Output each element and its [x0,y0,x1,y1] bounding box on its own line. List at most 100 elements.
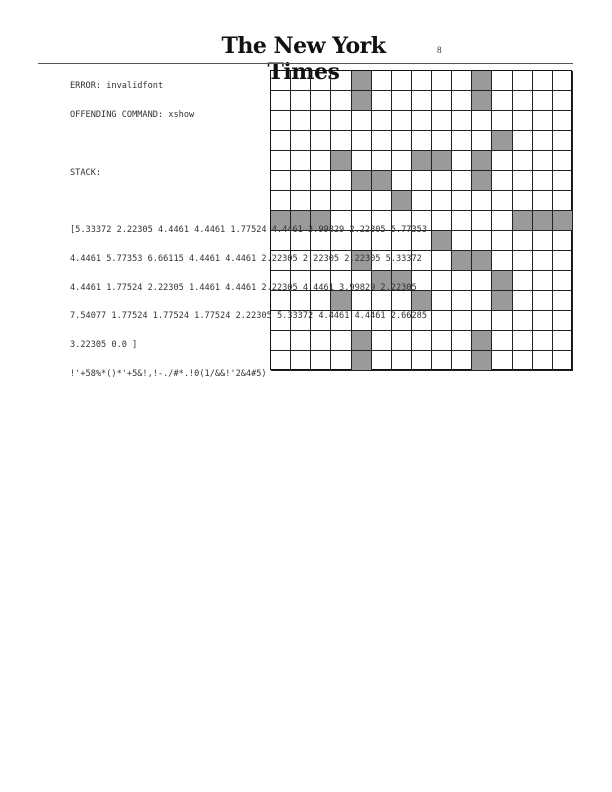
crossword-cell [532,231,553,251]
crossword-cell [492,111,513,131]
crossword-cell [432,171,453,191]
crossword-cell [452,71,473,91]
crossword-cell [492,71,513,91]
crossword-cell [492,211,513,231]
crossword-cell [432,291,453,311]
crossword-cell [532,171,553,191]
crossword-cell [552,191,573,211]
crossword-black-cell [472,251,493,271]
crossword-cell [552,151,573,171]
crossword-cell [452,311,473,331]
crossword-black-cell [452,251,473,271]
error-line: 3.22305 0.0 ] [70,340,138,351]
crossword-cell [512,231,533,251]
error-line: [5.33372 2.22305 4.4461 4.4461 1.77524 4… [70,225,427,236]
crossword-cell [452,291,473,311]
crossword-cell [472,131,493,151]
error-line: 4.4461 5.77353 6.66115 4.4461 4.4461 2.2… [70,253,422,264]
crossword-cell [432,131,453,151]
crossword-cell [532,351,553,371]
crossword-cell [532,311,553,331]
crossword-cell [512,271,533,291]
crossword-cell [532,331,553,351]
crossword-cell [452,151,473,171]
crossword-black-cell [472,331,493,351]
crossword-black-cell [492,291,513,311]
error-line: 4.4461 1.77524 2.22305 1.4461 4.4461 2.2… [70,282,417,293]
crossword-cell [432,351,453,371]
error-line [70,197,427,207]
crossword-cell [452,171,473,191]
error-line: 7.54077 1.77524 1.77524 1.77524 2.22305 … [70,311,427,322]
crossword-black-cell [432,151,453,171]
crossword-cell [512,251,533,271]
crossword-cell [552,171,573,191]
crossword-cell [512,71,533,91]
crossword-cell [512,311,533,331]
crossword-cell [492,191,513,211]
crossword-cell [512,151,533,171]
error-line: !'+58%*()*'+5&!,!-./#*.!0(1/&&!'2&4#5) [70,369,267,379]
crossword-cell [512,91,533,111]
crossword-cell [492,171,513,191]
crossword-black-cell [472,151,493,171]
crossword-cell [512,291,533,311]
crossword-cell [432,191,453,211]
crossword-cell [432,111,453,131]
crossword-cell [552,251,573,271]
crossword-black-cell [472,351,493,371]
crossword-cell [512,131,533,151]
crossword-cell [552,91,573,111]
crossword-cell [552,331,573,351]
crossword-cell [512,111,533,131]
crossword-black-cell [532,211,553,231]
crossword-cell [472,231,493,251]
crossword-cell [452,111,473,131]
crossword-cell [432,211,453,231]
crossword-cell [492,151,513,171]
crossword-cell [492,311,513,331]
error-line: OFFENDING COMMAND: xshow [70,109,195,120]
crossword-cell [552,271,573,291]
crossword-cell [472,191,493,211]
crossword-black-cell [472,171,493,191]
crossword-cell [492,251,513,271]
crossword-cell [552,311,573,331]
crossword-cell [552,291,573,311]
crossword-cell [532,71,553,91]
crossword-cell [472,291,493,311]
crossword-cell [552,111,573,131]
crossword-cell [492,351,513,371]
crossword-black-cell [432,231,453,251]
crossword-cell [452,211,473,231]
crossword-cell [472,111,493,131]
crossword-cell [552,231,573,251]
crossword-black-cell [512,211,533,231]
crossword-black-cell [552,211,573,231]
crossword-cell [552,131,573,151]
crossword-cell [452,351,473,371]
crossword-cell [532,91,553,111]
crossword-cell [432,331,453,351]
crossword-cell [532,291,553,311]
crossword-cell [452,231,473,251]
crossword-black-cell [492,271,513,291]
crossword-black-cell [472,91,493,111]
crossword-cell [452,271,473,291]
crossword-cell [452,131,473,151]
crossword-cell [532,131,553,151]
crossword-cell [432,251,453,271]
crossword-cell [512,351,533,371]
error-line: ERROR: invalidfont [70,81,164,92]
crossword-cell [472,311,493,331]
crossword-cell [532,271,553,291]
crossword-cell [552,71,573,91]
crossword-cell [552,351,573,371]
crossword-cell [472,211,493,231]
crossword-cell [532,191,553,211]
crossword-cell [472,271,493,291]
page-number: 8 [437,45,442,55]
crossword-cell [492,331,513,351]
crossword-cell [452,91,473,111]
postscript-error-block: ERROR: invalidfont OFFENDING COMMAND: xs… [70,63,427,389]
